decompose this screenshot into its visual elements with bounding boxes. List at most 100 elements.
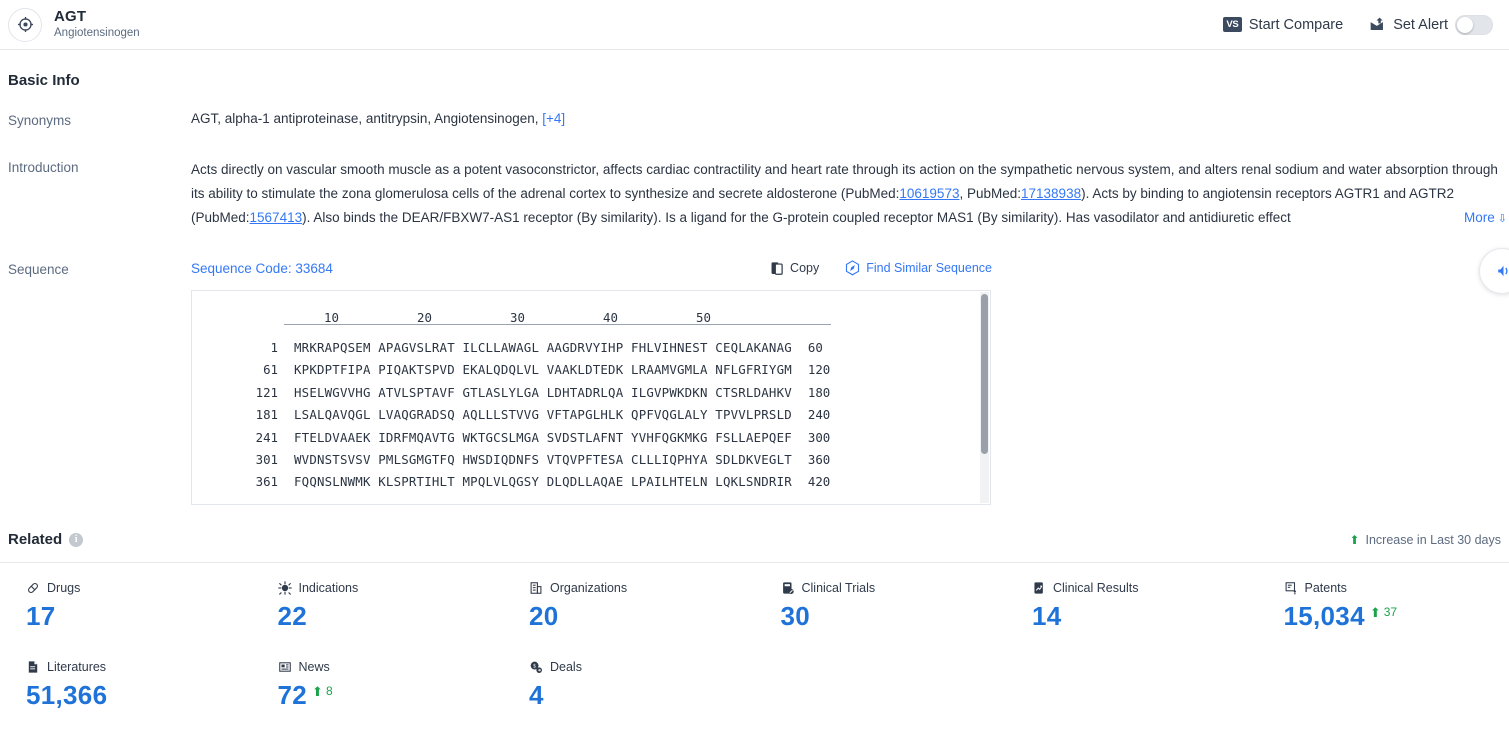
ruler-tick: 40 [603,310,618,325]
find-similar-sequence-button[interactable]: Find Similar Sequence [845,260,992,276]
svg-text:$: $ [533,664,536,670]
patent-icon [1284,581,1298,595]
sequence-start-index: 121 [255,384,278,400]
sequence-value: Sequence Code: 33684 Copy Find Similar S… [191,260,1509,505]
stat-card-drugs[interactable]: Drugs 17 [0,563,252,642]
intro-part-2: , PubMed: [959,186,1022,201]
target-crosshair-icon [8,7,42,42]
related-header: Related i ⬆ Increase in Last 30 days [0,531,1509,548]
stat-card-patents[interactable]: Patents 15,034 ⬆ 37 [1258,563,1509,642]
sequence-viewer[interactable]: 10 20 30 40 50 1 MRKRAPQSEM APAGVSLRAT I… [191,290,991,505]
stat-card-news[interactable]: News 72 ⬆ 8 [252,642,504,721]
introduction-more-button[interactable]: More ⇩ [1464,206,1507,231]
sequence-line: 61 KPKDPTFIPA PIQAKTSPVD EKALQDQLVL VAAK… [192,359,990,381]
stat-value: 72 [277,680,308,710]
stat-card-literatures[interactable]: Literatures 51,366 [0,642,252,721]
sequence-residues: MRKRAPQSEM APAGVSLRAT ILCLLAWAGL AAGDRVY… [294,340,792,355]
stat-value: 30 [780,601,811,631]
stat-label: Literatures [47,660,107,674]
sequence-residues: FTELDVAAEK IDRFMQAVTG WKTGCSLMGA SVDSTLA… [294,429,792,445]
page-title: AGT Angiotensinogen [54,8,140,41]
sequence-start-index: 61 [263,362,278,378]
sequence-start-index: 1 [270,340,278,355]
sequence-line: 1 MRKRAPQSEM APAGVSLRAT ILCLLAWAGL AAGDR… [192,337,990,359]
sequence-end-index: 240 [807,407,831,423]
related-heading: Related [8,531,63,548]
sequence-residues: LSALQAVQGL LVAQGRADSQ AQLLLSTVVG VFTAPGL… [294,407,792,423]
arrow-up-icon: ⬆ [1369,604,1381,620]
stat-card-organizations[interactable]: Organizations 20 [503,563,755,642]
stat-label: Drugs [47,581,81,595]
synonyms-label: Synonyms [8,113,72,128]
stat-label: Clinical Trials [801,581,876,595]
sequence-header: Sequence Code: 33684 Copy Find Similar S… [191,260,1509,276]
more-label: More [1464,209,1495,225]
increase-legend: ⬆ Increase in Last 30 days [1349,533,1501,547]
set-alert-toggle[interactable] [1455,14,1493,35]
introduction-label: Introduction [8,160,79,175]
sequence-content: 10 20 30 40 50 1 MRKRAPQSEM APAGVSLRAT I… [192,291,990,494]
sequence-end-index: 180 [807,384,831,400]
chevron-double-down-icon: ⇩ [1497,212,1507,225]
stat-value: 14 [1032,601,1062,631]
sequence-start-index: 301 [255,452,278,468]
stat-card-clinical-results[interactable]: Clinical Results 14 [1006,563,1258,642]
sequence-line: 181 LSALQAVQGL LVAQGRADSQ AQLLLSTVVG VFT… [192,404,990,426]
set-alert-control[interactable]: Set Alert [1369,14,1493,35]
ruler-tick: 50 [696,310,711,325]
synonyms-row: Synonyms AGT, alpha-1 antiproteinase, an… [0,111,1509,128]
gene-fullname: Angiotensinogen [54,26,140,39]
alert-envelope-icon [1369,17,1386,32]
basic-info-heading: Basic Info [8,72,80,89]
start-compare-button[interactable]: VS Start Compare [1222,17,1343,33]
sequence-residues: HSELWGVVHG ATVLSPTAVF GTLASLYLGA LDHTADR… [294,384,792,400]
arrow-up-icon: ⬆ [1349,532,1360,547]
ruler-tick: 10 [324,310,339,325]
virus-icon [277,581,292,595]
app-header: AGT Angiotensinogen VS Start Compare Set… [0,0,1509,50]
stat-delta-value: 37 [1383,605,1398,619]
sequence-end-index: 120 [807,362,831,378]
stat-card-clinical-trials[interactable]: Clinical Trials 30 [755,563,1007,642]
sequence-start-index: 241 [255,429,278,445]
sequence-ruler-ticks: 10 20 30 40 50 [284,307,990,325]
synonyms-text: AGT, alpha-1 antiproteinase, antitrypsin… [191,111,539,126]
stat-value: 22 [277,601,308,631]
stat-label: News [298,660,330,674]
sequence-scrollbar[interactable] [980,292,989,503]
sequence-scrollbar-thumb[interactable] [981,294,988,454]
copy-icon [770,261,784,276]
ruler-tick: 20 [417,310,432,325]
pubmed-link-2[interactable]: 17138938 [1021,186,1081,201]
synonyms-more-link[interactable]: [+4] [542,111,565,126]
increase-legend-label: Increase in Last 30 days [1365,532,1502,547]
sequence-line: 241 FTELDVAAEK IDRFMQAVTG WKTGCSLMGA SVD… [192,427,990,449]
pubmed-link-1[interactable]: 10619573 [899,186,959,201]
set-alert-label: Set Alert [1393,16,1448,33]
pubmed-link-3[interactable]: 1567413 [250,210,303,225]
stat-value: 51,366 [26,680,108,710]
stat-card-deals[interactable]: $ Deals 4 [503,642,755,721]
stat-value: 20 [529,601,559,631]
stat-card-indications[interactable]: Indications 22 [252,563,504,642]
sequence-code[interactable]: Sequence Code: 33684 [191,261,333,276]
synonyms-value: AGT, alpha-1 antiproteinase, antitrypsin… [191,111,1509,128]
clinical-trial-icon [781,581,795,595]
stat-delta: ⬆ 8 [312,684,333,698]
sequence-start-index: 181 [255,407,278,423]
pill-icon [26,581,40,595]
related-stats-grid: Drugs 17 Indications 22 Organizations 20… [0,562,1509,721]
sequence-label: Sequence [8,262,69,277]
sequence-tools: Copy Find Similar Sequence [770,260,1509,276]
sequence-end-index: 420 [807,474,831,490]
sequence-ruler-line [284,324,831,325]
copy-button[interactable]: Copy [770,261,819,276]
stat-value: 4 [529,680,544,710]
stat-label: Clinical Results [1053,581,1139,595]
stat-value: 17 [26,601,56,631]
deals-icon: $ [529,660,543,674]
sequence-end-index: 300 [807,429,831,445]
sequence-residues: FQQNSLNWMK KLSPRTIHLT MPQLVLQGSY DLQDLLA… [294,474,792,490]
info-icon[interactable]: i [69,532,84,547]
sequence-line: 121 HSELWGVVHG ATVLSPTAVF GTLASLYLGA LDH… [192,382,990,404]
